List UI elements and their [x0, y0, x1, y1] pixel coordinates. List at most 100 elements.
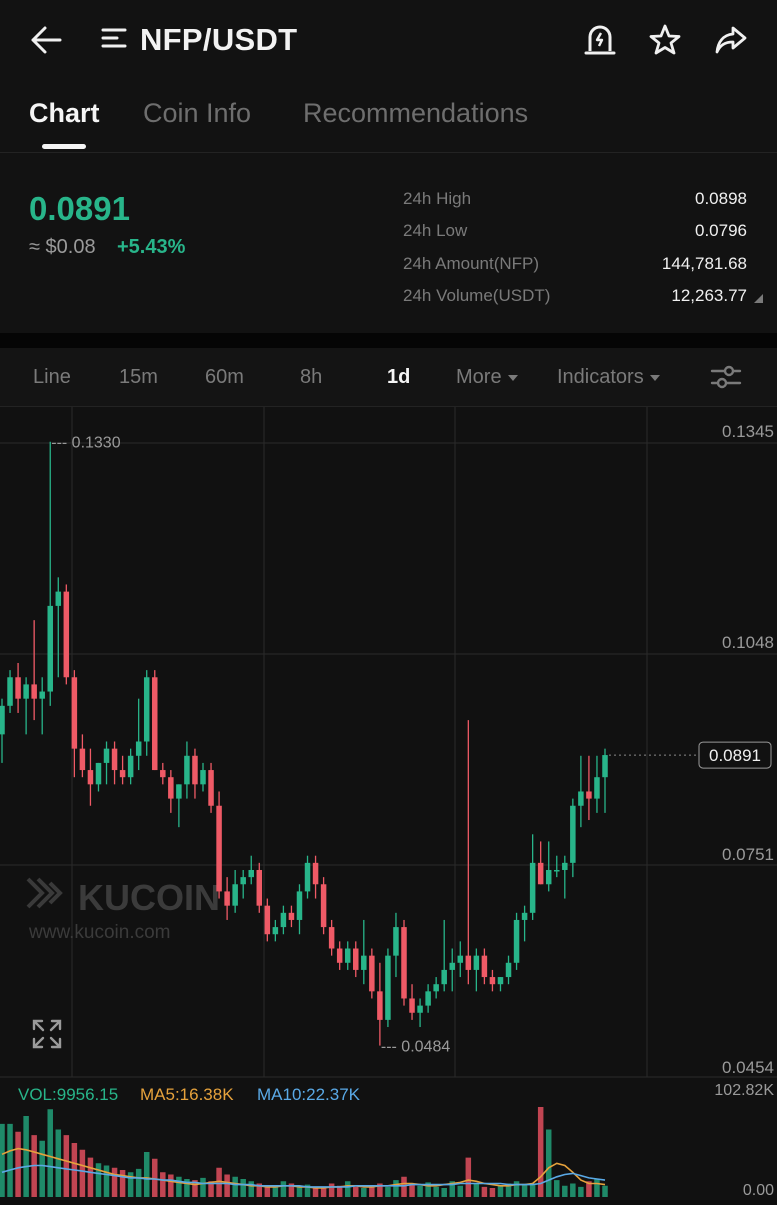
- candle-body: [216, 805, 222, 892]
- candle-body: [63, 591, 70, 678]
- timeframe-8h[interactable]: 8h: [300, 366, 322, 389]
- pair-title: NFP/USDT: [140, 22, 298, 57]
- candle-body: [344, 948, 351, 963]
- chart-settings-icon[interactable]: [706, 360, 746, 394]
- candle-body: [336, 948, 343, 963]
- chart-area[interactable]: KUCOIN www.kucoin.com 0.1345 0.1048 0.0751…: [0, 407, 777, 1200]
- more-dropdown[interactable]: More: [456, 366, 518, 389]
- volume-bar: [417, 1185, 423, 1197]
- candle-body: [401, 927, 407, 999]
- timeframe-15m[interactable]: 15m: [119, 366, 158, 389]
- volume-bar: [0, 1123, 5, 1197]
- volume-bar: [353, 1186, 359, 1197]
- candle-body: [489, 977, 496, 985]
- candle-body: [361, 955, 367, 970]
- approx-usd-price: ≈ $0.08: [29, 236, 96, 258]
- star-icon[interactable]: [645, 20, 685, 60]
- candle-body: [240, 877, 246, 885]
- kucoin-logo-icon: [26, 877, 63, 909]
- volume-bar: [385, 1186, 391, 1197]
- candle-body: [23, 684, 29, 699]
- volume-bar: [489, 1188, 496, 1197]
- vol-label: VOL:9956.15: [18, 1085, 118, 1104]
- candle-body: [353, 948, 359, 970]
- candle-body: [521, 912, 528, 920]
- volume-bar: [248, 1181, 254, 1197]
- volume-bar: [55, 1129, 62, 1197]
- candlestick-chart[interactable]: KUCOIN www.kucoin.com 0.1345 0.1048 0.0751…: [0, 407, 777, 1200]
- stat-label-amount: 24h Amount(NFP): [403, 254, 540, 273]
- timeframe-line[interactable]: Line: [33, 366, 71, 389]
- back-arrow-icon[interactable]: [26, 20, 66, 60]
- volume-bar: [240, 1179, 246, 1197]
- candle-body: [409, 998, 415, 1013]
- timeframe-60m[interactable]: 60m: [205, 366, 244, 389]
- watermark-brand: KUCOIN: [78, 877, 220, 918]
- volume-bar: [602, 1185, 608, 1197]
- fullscreen-icon[interactable]: [32, 1019, 62, 1049]
- volume-bar: [15, 1131, 21, 1197]
- more-label: More: [456, 366, 502, 388]
- candle-body: [457, 955, 464, 963]
- volume-bar: [216, 1167, 222, 1197]
- stat-value-low: 0.0796: [695, 221, 747, 240]
- candle-body: [232, 884, 238, 906]
- volume-bar: [160, 1172, 166, 1197]
- price-alert-icon[interactable]: [580, 20, 620, 60]
- chevron-down-icon: [507, 374, 518, 381]
- volume-axis-max: 102.82K: [714, 1082, 774, 1099]
- candle-body: [39, 691, 45, 699]
- stat-label-low: 24h Low: [403, 221, 468, 240]
- candle-body: [143, 677, 150, 742]
- tab-coin-info[interactable]: Coin Info: [143, 98, 251, 129]
- volume-bar: [433, 1186, 439, 1197]
- candle-body: [31, 684, 37, 699]
- candle-body: [168, 777, 174, 799]
- volume-bar: [87, 1157, 94, 1197]
- volume-bar: [554, 1180, 560, 1197]
- candle-body: [256, 869, 263, 906]
- candle-body: [127, 755, 134, 778]
- volume-bar: [562, 1185, 568, 1197]
- indicators-dropdown[interactable]: Indicators: [557, 366, 660, 389]
- volume-bar: [23, 1116, 29, 1197]
- volume-bar: [320, 1188, 327, 1197]
- timeframe-1d[interactable]: 1d: [387, 366, 410, 389]
- volume-bar: [176, 1176, 182, 1197]
- section-divider: [0, 333, 777, 348]
- candle-body: [55, 591, 62, 606]
- tab-recommendations[interactable]: Recommendations: [303, 98, 528, 129]
- candle-body: [79, 748, 86, 771]
- volume-bar: [401, 1176, 407, 1197]
- candle-body: [304, 862, 311, 892]
- candle-body: [425, 991, 431, 1006]
- volume-bar: [39, 1140, 45, 1197]
- candle-body: [562, 862, 568, 870]
- candle-body: [481, 955, 488, 978]
- stat-value-amount: 144,781.68: [661, 254, 747, 273]
- chart-toolbar: Line 15m 60m 8h 1d More Indicators: [0, 348, 777, 407]
- candle-body: [135, 741, 142, 756]
- candle-body: [103, 748, 110, 763]
- candle-body: [554, 869, 560, 872]
- stat-value-volume: 12,263.77: [671, 286, 747, 305]
- candle-body: [224, 891, 230, 906]
- volume-bar: [465, 1157, 472, 1197]
- share-icon[interactable]: [711, 20, 751, 60]
- tab-chart[interactable]: Chart: [29, 98, 100, 129]
- candle-body: [47, 605, 53, 692]
- candle-body: [578, 791, 584, 806]
- candle-body: [95, 762, 102, 785]
- volume-bar: [529, 1183, 536, 1197]
- volume-bar: [7, 1123, 13, 1197]
- volume-bar: [168, 1174, 174, 1197]
- candle-body: [280, 912, 287, 928]
- candle-body: [87, 770, 94, 785]
- candle-body: [433, 984, 439, 992]
- candle-body: [393, 927, 399, 956]
- candle-body: [160, 770, 166, 778]
- volume-panel: VOL:9956.15 MA5:16.38K MA10:22.37K 102.8…: [0, 1082, 774, 1199]
- candle-body: [465, 955, 472, 970]
- pair-selector[interactable]: NFP/USDT: [100, 18, 297, 62]
- volume-bar: [152, 1158, 158, 1197]
